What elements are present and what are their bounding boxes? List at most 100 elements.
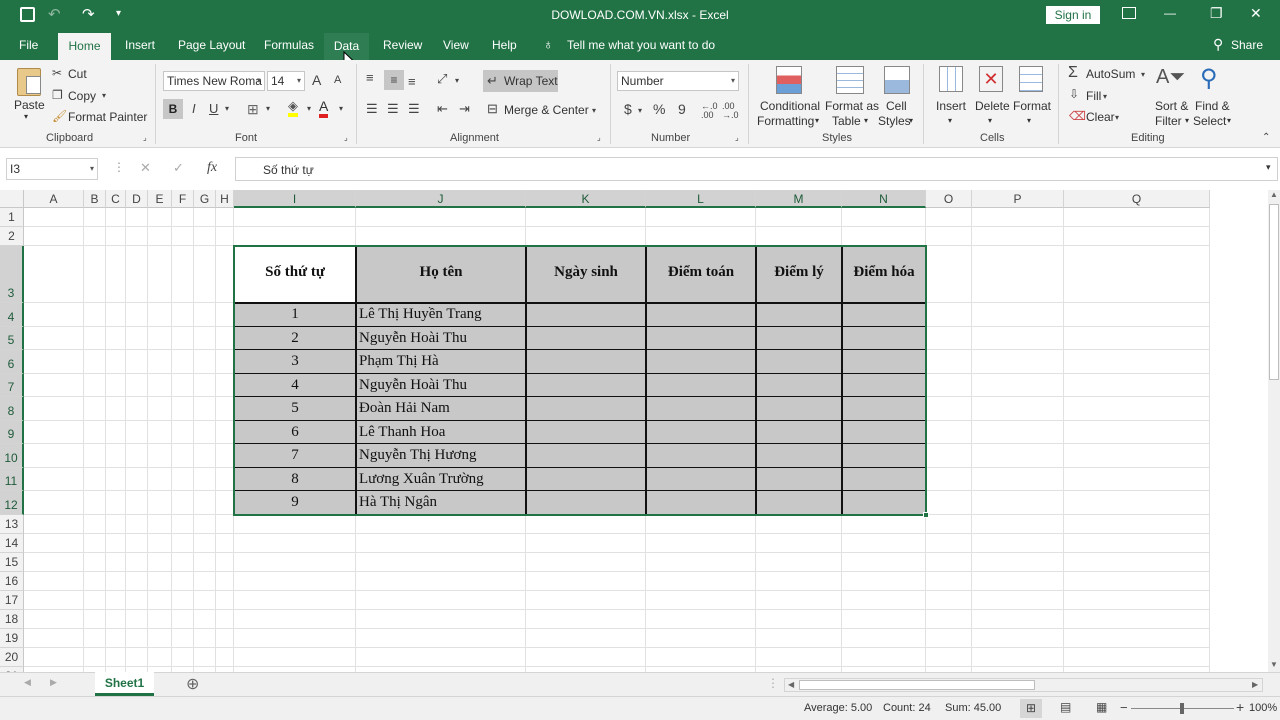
column-header-g[interactable]: G [194, 190, 216, 208]
scroll-down-icon[interactable]: ▼ [1270, 660, 1278, 669]
row-header-3[interactable]: 3 [0, 246, 24, 303]
row-header-12[interactable]: 12 [0, 491, 24, 515]
align-left-icon[interactable]: ☰ [366, 101, 378, 117]
merge-dropdown-icon[interactable]: ▾ [592, 106, 596, 115]
row-header-11[interactable]: 11 [0, 468, 24, 491]
column-header-q[interactable]: Q [1064, 190, 1210, 208]
column-header-d[interactable]: D [126, 190, 148, 208]
sort-filter-button[interactable]: A⏷ Sort & Filter ▾ [1152, 66, 1192, 128]
page-break-view-icon[interactable]: ▦ [1096, 700, 1107, 714]
row-header-17[interactable]: 17 [0, 591, 24, 610]
table-header-cell[interactable]: Ngày sinh [526, 264, 646, 281]
table-header-cell[interactable]: Điểm hóa [842, 264, 926, 281]
column-header-i[interactable]: I [234, 190, 356, 208]
row-header-20[interactable]: 20 [0, 648, 24, 667]
font-name-select[interactable]: Times New Roma ▾ [163, 71, 265, 91]
column-header-a[interactable]: A [24, 190, 84, 208]
worksheet-grid[interactable]: ABCDEFGHIJKLMNOPQ 1 2 3 4 5 6 7 8 9 10 11 12 13 14 15 1… [0, 190, 1268, 672]
number-format-select[interactable]: Number ▾ [617, 71, 739, 91]
table-header-cell[interactable]: Điểm lý [756, 264, 842, 281]
scroll-left-icon[interactable]: ◀ [788, 680, 794, 689]
currency-button[interactable]: $ [624, 101, 632, 117]
alignment-launcher-icon[interactable]: ⌟ [597, 133, 601, 142]
conditional-formatting-button[interactable]: Conditional Formatting ▾ [756, 66, 822, 128]
column-header-k[interactable]: K [526, 190, 646, 208]
sign-in-button[interactable]: Sign in [1046, 6, 1100, 24]
column-header-h[interactable]: H [216, 190, 234, 208]
row-header-7[interactable]: 7 [0, 374, 24, 397]
cancel-icon[interactable]: ✕ [140, 160, 151, 176]
table-cell-index[interactable]: 5 [234, 400, 356, 417]
tab-formulas[interactable]: Formulas [264, 38, 314, 52]
percent-button[interactable]: % [653, 101, 665, 117]
font-launcher-icon[interactable]: ⌟ [344, 133, 348, 142]
tell-me-search[interactable]: Tell me what you want to do [567, 38, 715, 52]
row-header-15[interactable]: 15 [0, 553, 24, 572]
table-cell-name[interactable]: Đoàn Hải Nam [359, 400, 450, 417]
wrap-text-button[interactable]: ↵ Wrap Text [483, 70, 558, 92]
align-middle-icon[interactable]: ≡ [384, 70, 404, 90]
find-select-button[interactable]: ⚲ Find & Select ▾ [1192, 65, 1236, 128]
row-header-18[interactable]: 18 [0, 610, 24, 629]
table-cell-name[interactable]: Lê Thanh Hoa [359, 424, 445, 441]
table-cell-name[interactable]: Phạm Thị Hà [359, 353, 439, 370]
insert-function-icon[interactable]: fx [207, 160, 217, 176]
fill-dropdown-icon[interactable]: ▾ [1103, 92, 1107, 101]
clear-dropdown-icon[interactable]: ▾ [1115, 113, 1119, 122]
merge-center-icon[interactable]: ⊟ [487, 101, 498, 117]
grow-font-icon[interactable]: A [312, 72, 321, 88]
table-header-cell[interactable]: Điểm toán [646, 264, 756, 281]
merge-center-button[interactable]: Merge & Center [504, 103, 589, 117]
cut-button[interactable]: Cut [68, 67, 87, 81]
tab-page-layout[interactable]: Page Layout [178, 38, 245, 52]
column-header-m[interactable]: M [756, 190, 842, 208]
tab-file[interactable]: File [19, 38, 38, 52]
zoom-slider-thumb[interactable] [1180, 703, 1184, 714]
paste-button[interactable]: Paste ▾ [12, 66, 46, 121]
table-cell-name[interactable]: Nguyễn Hoài Thu [359, 377, 467, 394]
scroll-right-icon[interactable]: ▶ [1252, 680, 1258, 689]
align-right-icon[interactable]: ☰ [408, 101, 420, 117]
fill-button[interactable]: Fill [1086, 89, 1101, 103]
page-layout-view-icon[interactable]: ▤ [1060, 700, 1071, 714]
h-scroll-thumb[interactable] [799, 680, 1035, 690]
row-header-19[interactable]: 19 [0, 629, 24, 648]
row-header-9[interactable]: 9 [0, 421, 24, 444]
column-header-f[interactable]: F [172, 190, 194, 208]
autosum-icon[interactable]: Σ [1068, 64, 1078, 82]
table-cell-index[interactable]: 3 [234, 353, 356, 370]
row-header-6[interactable]: 6 [0, 350, 24, 374]
borders-icon[interactable]: ⊞ [247, 101, 259, 118]
zoom-in-button[interactable]: + [1236, 699, 1244, 715]
column-header-c[interactable]: C [106, 190, 126, 208]
autosum-button[interactable]: AutoSum [1086, 67, 1135, 81]
scroll-thumb[interactable] [1269, 204, 1279, 380]
font-color-dropdown-icon[interactable]: ▾ [339, 104, 343, 113]
table-cell-index[interactable]: 8 [234, 471, 356, 488]
table-cell-index[interactable]: 2 [234, 330, 356, 347]
row-header-13[interactable]: 13 [0, 515, 24, 534]
row-header-4[interactable]: 4 [0, 303, 24, 327]
table-cell-name[interactable]: Nguyễn Thị Hương [359, 447, 476, 464]
expand-formula-icon[interactable]: ▾ [1266, 162, 1271, 173]
table-cell-index[interactable]: 1 [234, 306, 356, 323]
row-header-16[interactable]: 16 [0, 572, 24, 591]
shrink-font-icon[interactable]: A [334, 74, 341, 86]
clipboard-launcher-icon[interactable]: ⌟ [143, 133, 147, 142]
fill-color-icon[interactable]: ◈ [288, 99, 298, 117]
copy-icon[interactable]: ❐ [52, 88, 63, 102]
normal-view-icon[interactable]: ⊞ [1020, 699, 1042, 718]
ribbon-display-icon[interactable] [1122, 7, 1136, 19]
minimize-button[interactable]: — [1164, 6, 1176, 20]
table-header-cell[interactable]: Số thứ tự [234, 264, 356, 281]
cut-icon[interactable]: ✂ [52, 66, 62, 80]
add-sheet-icon[interactable]: ⊕ [186, 674, 199, 694]
currency-dropdown-icon[interactable]: ▾ [638, 106, 642, 115]
italic-button[interactable]: I [192, 101, 196, 116]
clear-button[interactable]: Clear [1086, 110, 1115, 124]
format-painter-button[interactable]: Format Painter [68, 110, 147, 124]
table-cell-index[interactable]: 6 [234, 424, 356, 441]
autosum-dropdown-icon[interactable]: ▾ [1141, 70, 1145, 79]
table-cell-name[interactable]: Nguyễn Hoài Thu [359, 330, 467, 347]
delete-cells-button[interactable]: ✕ Delete ▾ [972, 66, 1010, 128]
